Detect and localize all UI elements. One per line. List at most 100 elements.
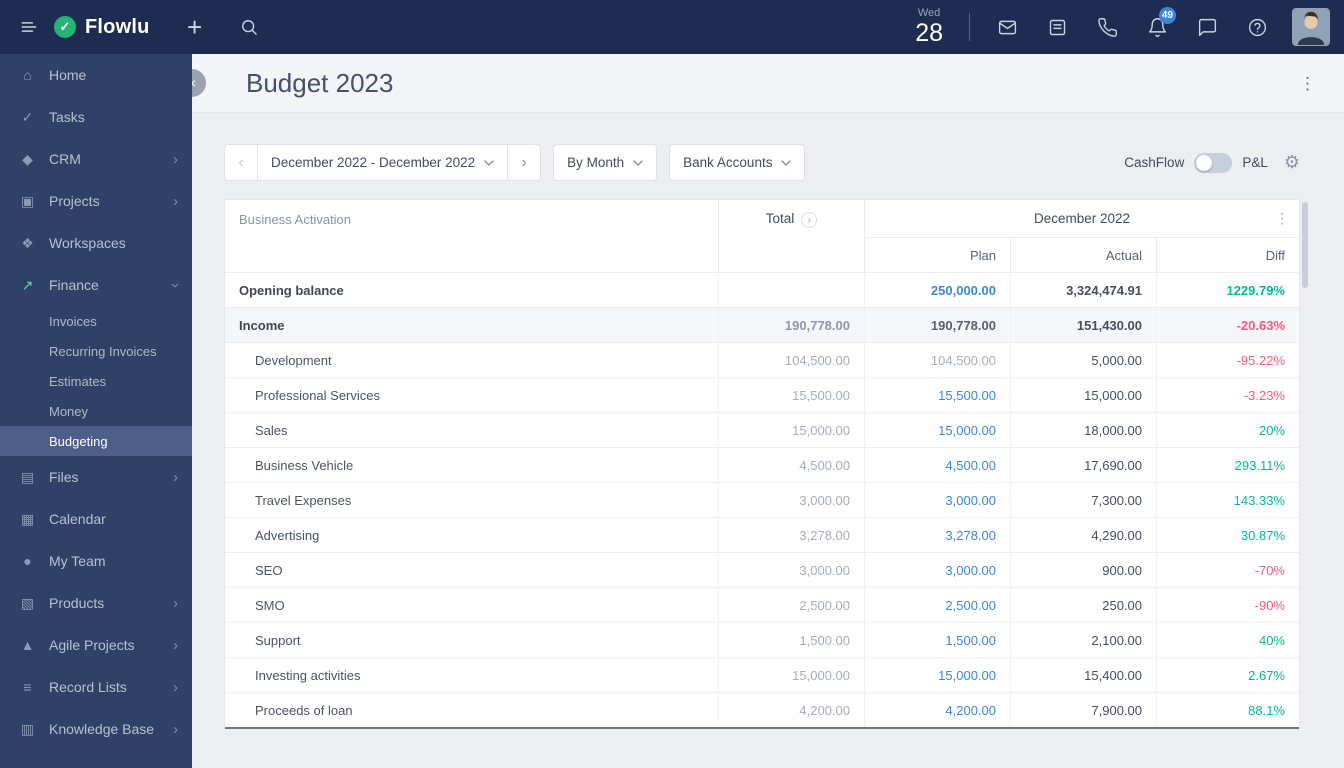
notifications-button[interactable]: 49 [1132,0,1182,54]
sidebar-item-label: CRM [49,151,81,167]
sidebar-item-home[interactable]: ⌂ Home › [0,54,192,96]
table-row[interactable]: Proceeds of loan 4,200.00 4,200.00 7,900… [225,692,1299,727]
accounts-select[interactable]: Bank Accounts [669,144,806,181]
sidebar-item-files[interactable]: ▤ Files › [0,456,192,498]
group-by-select[interactable]: By Month [553,144,658,181]
table-row[interactable]: Advertising 3,278.00 3,278.00 4,290.00 3… [225,517,1299,552]
sidebar-item-crm[interactable]: ◆ CRM › [0,138,192,180]
row-actual[interactable]: 151,430.00 [1010,308,1156,342]
row-plan[interactable]: 15,500.00 [864,378,1010,412]
search-button[interactable] [230,0,268,54]
chevron-right-icon: › [173,192,178,210]
help-icon [1248,18,1266,36]
row-plan[interactable]: 2,500.00 [864,588,1010,622]
settings-gear-icon[interactable]: ⚙ [1284,152,1300,173]
row-plan[interactable]: 15,000.00 [864,413,1010,447]
month-menu-kebab-icon[interactable]: ⋮ [1275,210,1289,227]
row-actual[interactable]: 7,300.00 [1010,483,1156,517]
sidebar-item-record-lists[interactable]: ≡ Record Lists › [0,666,192,708]
row-actual[interactable]: 3,324,474.91 [1010,273,1156,307]
row-name: SMO [255,597,285,613]
page-menu-kebab-icon[interactable]: ⋮ [1299,74,1316,94]
knowledge-base-icon: ▥ [20,720,35,737]
expand-total-icon[interactable]: › [801,212,818,228]
table-row[interactable]: Investing activities 15,000.00 15,000.00… [225,657,1299,692]
row-plan[interactable]: 3,000.00 [864,553,1010,587]
table-row[interactable]: Income 190,778.00 190,778.00 151,430.00 … [225,307,1299,342]
row-actual[interactable]: 17,690.00 [1010,448,1156,482]
row-plan[interactable]: 3,278.00 [864,518,1010,552]
chat-button[interactable] [1182,0,1232,54]
chevron-right-icon: › [173,678,178,696]
sidebar-item-workspaces[interactable]: ❖ Workspaces › [0,222,192,264]
help-button[interactable] [1232,0,1282,54]
row-plan[interactable]: 4,200.00 [864,693,1010,727]
sidebar-item-products[interactable]: ▧ Products › [0,582,192,624]
sidebar-item-my-team[interactable]: ● My Team › [0,540,192,582]
row-actual[interactable]: 900.00 [1010,553,1156,587]
cashflow-pl-toggle[interactable] [1194,152,1233,173]
row-plan[interactable]: 250,000.00 [864,273,1010,307]
sidebar-item-tasks[interactable]: ✓ Tasks › [0,96,192,138]
table-row[interactable]: Development 104,500.00 104,500.00 5,000.… [225,342,1299,377]
table-row[interactable]: Opening balance 250,000.00 3,324,474.91 … [225,272,1299,307]
sidebar-subitem-budgeting[interactable]: Budgeting [0,426,192,456]
notes-button[interactable] [1032,0,1082,54]
vertical-scrollbar[interactable] [1302,202,1308,288]
user-avatar[interactable] [1292,8,1330,46]
table-row[interactable]: Professional Services 15,500.00 15,500.0… [225,377,1299,412]
sidebar-subitem-money[interactable]: Money [0,396,192,426]
row-plan[interactable]: 3,000.00 [864,483,1010,517]
sidebar-item-label: Workspaces [49,235,126,251]
sidebar-item-label: Finance [49,277,99,293]
sidebar-item-knowledge-base[interactable]: ▥ Knowledge Base › [0,708,192,750]
row-actual[interactable]: 250.00 [1010,588,1156,622]
row-total: 190,778.00 [718,308,864,342]
brand-logo[interactable]: ✓ Flowlu [54,16,150,39]
sidebar-collapse-button[interactable] [10,0,48,54]
home-icon: ⌂ [23,67,32,83]
total-column-header[interactable]: Total › [718,200,864,272]
sidebar-item-finance[interactable]: ↗ Finance › [0,264,192,306]
calendar-date-widget[interactable]: Wed 28 [915,8,943,46]
sidebar-subitem-estimates[interactable]: Estimates [0,366,192,396]
row-actual[interactable]: 2,100.00 [1010,623,1156,657]
previous-period-button[interactable]: ‹ [224,144,258,181]
row-actual[interactable]: 5,000.00 [1010,343,1156,377]
weekday-label: Wed [917,7,941,19]
calls-button[interactable] [1082,0,1132,54]
table-row[interactable]: Support 1,500.00 1,500.00 2,100.00 40% [225,622,1299,657]
sidebar-item-agile-projects[interactable]: ▲ Agile Projects › [0,624,192,666]
row-actual[interactable]: 4,290.00 [1010,518,1156,552]
table-row[interactable]: Travel Expenses 3,000.00 3,000.00 7,300.… [225,482,1299,517]
next-period-button[interactable]: › [507,144,542,181]
row-total: 3,000.00 [718,483,864,517]
row-plan[interactable]: 4,500.00 [864,448,1010,482]
row-plan[interactable]: 190,778.00 [864,308,1010,342]
row-name: Advertising [255,527,320,543]
period-select[interactable]: December 2022 - December 2022 [257,144,509,181]
quick-add-button[interactable]: + [176,0,214,54]
actual-column-header: Actual [1010,238,1156,272]
sidebar-subitem-recurring-invoices[interactable]: Recurring Invoices [0,336,192,366]
sidebar-item-calendar[interactable]: ▦ Calendar › [0,498,192,540]
row-actual[interactable]: 18,000.00 [1010,413,1156,447]
month-column-header: December 2022 ⋮ [864,200,1299,238]
row-plan[interactable]: 1,500.00 [864,623,1010,657]
row-actual[interactable]: 15,000.00 [1010,378,1156,412]
table-row[interactable]: Business Vehicle 4,500.00 4,500.00 17,69… [225,447,1299,482]
row-actual[interactable]: 15,400.00 [1010,658,1156,692]
row-plan[interactable]: 15,000.00 [864,658,1010,692]
brand-name: Flowlu [85,15,150,38]
mail-button[interactable] [982,0,1032,54]
table-row[interactable]: Sales 15,000.00 15,000.00 18,000.00 20% [225,412,1299,447]
sidebar-item-label: Record Lists [49,679,127,695]
topbar: ✓ Flowlu + Wed 28 49 [0,0,1344,54]
sidebar-item-projects[interactable]: ▣ Projects › [0,180,192,222]
table-row[interactable]: SEO 3,000.00 3,000.00 900.00 -70% [225,552,1299,587]
row-diff: -3.23% [1156,378,1299,412]
row-plan[interactable]: 104,500.00 [864,343,1010,377]
table-row[interactable]: SMO 2,500.00 2,500.00 250.00 -90% [225,587,1299,622]
sidebar-subitem-invoices[interactable]: Invoices [0,306,192,336]
row-actual[interactable]: 7,900.00 [1010,693,1156,727]
